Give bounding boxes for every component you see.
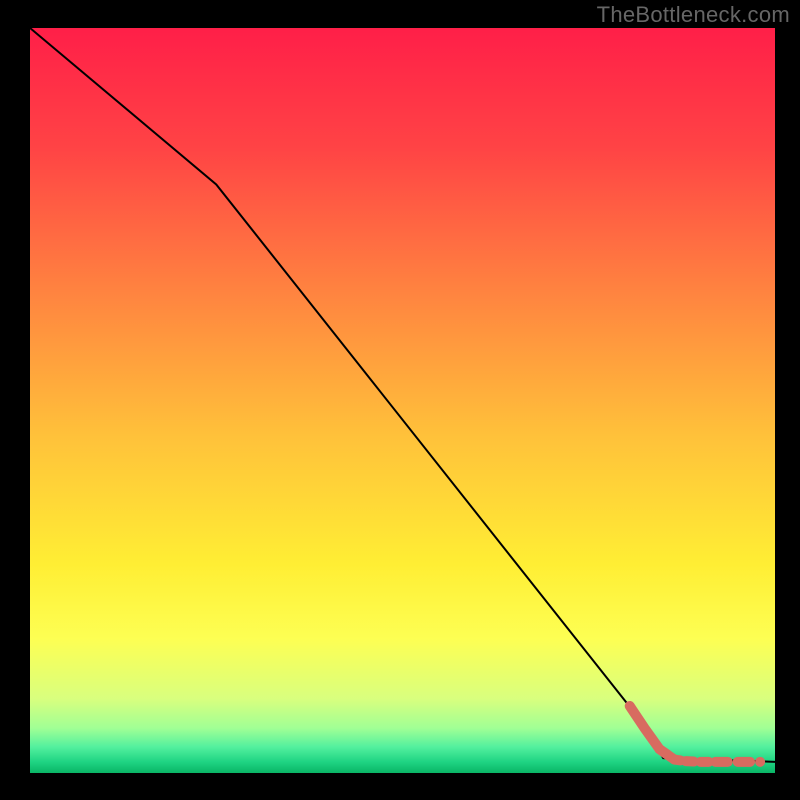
watermark-text: TheBottleneck.com — [597, 2, 790, 28]
chart-svg — [30, 28, 775, 773]
plot-area — [30, 28, 775, 773]
chart-stage: TheBottleneck.com — [0, 0, 800, 800]
gradient-background — [30, 28, 775, 773]
